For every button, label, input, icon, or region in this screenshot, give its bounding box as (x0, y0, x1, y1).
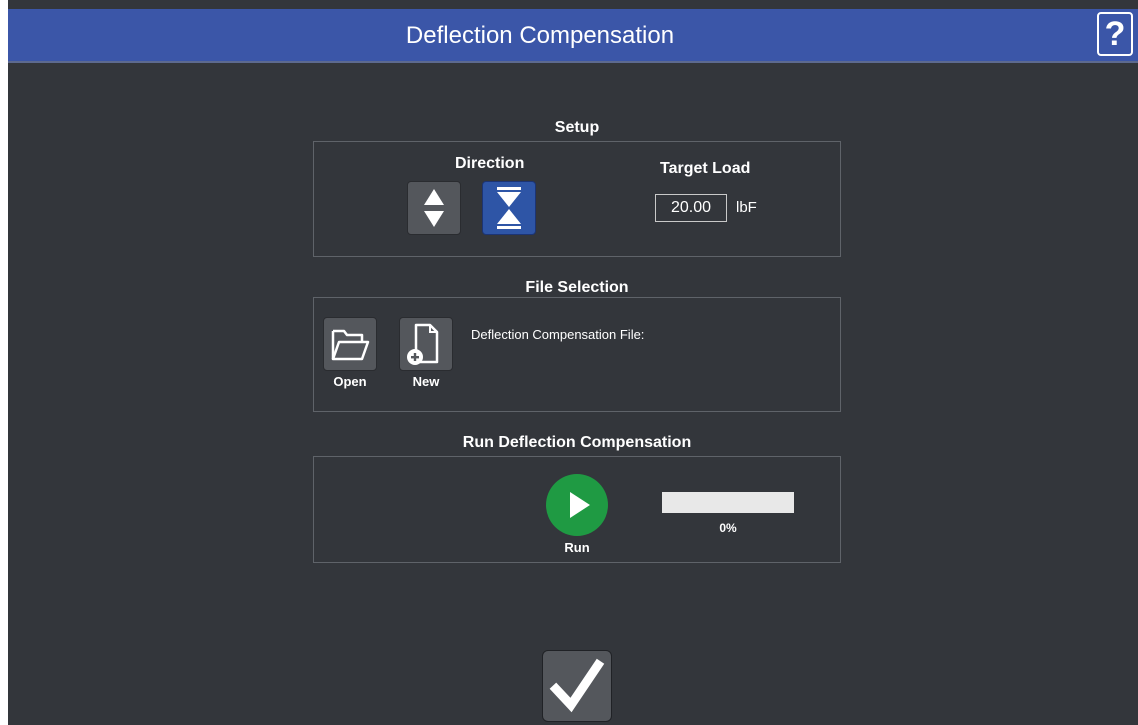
progress-bar (662, 492, 794, 513)
play-icon (570, 492, 590, 518)
setup-section-title: Setup (554, 119, 600, 136)
up-down-arrows-icon (424, 189, 444, 227)
target-load-unit: lbF (736, 199, 757, 216)
checkmark-icon (549, 658, 605, 713)
target-load-field[interactable] (655, 194, 727, 222)
direction-compression-button[interactable] (482, 181, 536, 235)
direction-label: Direction (455, 155, 525, 172)
file-path-label: Deflection Compensation File: (471, 327, 645, 342)
setup-panel (313, 141, 841, 257)
new-file-icon (407, 323, 439, 365)
confirm-button[interactable] (542, 650, 612, 722)
file-selection-panel (313, 297, 841, 412)
open-button-label: Open (333, 374, 367, 389)
target-load-label: Target Load (660, 160, 751, 177)
run-button[interactable] (546, 474, 608, 536)
direction-up-down-button[interactable] (407, 181, 461, 235)
folder-open-icon (331, 329, 370, 361)
new-button-label: New (412, 374, 440, 389)
page-title: Deflection Compensation (405, 22, 675, 49)
title-bar: Deflection Compensation ? (8, 9, 1138, 63)
run-button-label: Run (564, 540, 590, 555)
run-section-title: Run Deflection Compensation (462, 434, 692, 451)
progress-percent: 0% (719, 521, 737, 535)
left-edge-strip (0, 0, 8, 725)
file-selection-section-title: File Selection (525, 279, 629, 296)
compression-arrows-icon (497, 187, 521, 229)
new-file-button[interactable] (399, 317, 453, 371)
help-icon: ? (1104, 15, 1126, 53)
help-button[interactable]: ? (1097, 12, 1133, 56)
open-file-button[interactable] (323, 317, 377, 371)
